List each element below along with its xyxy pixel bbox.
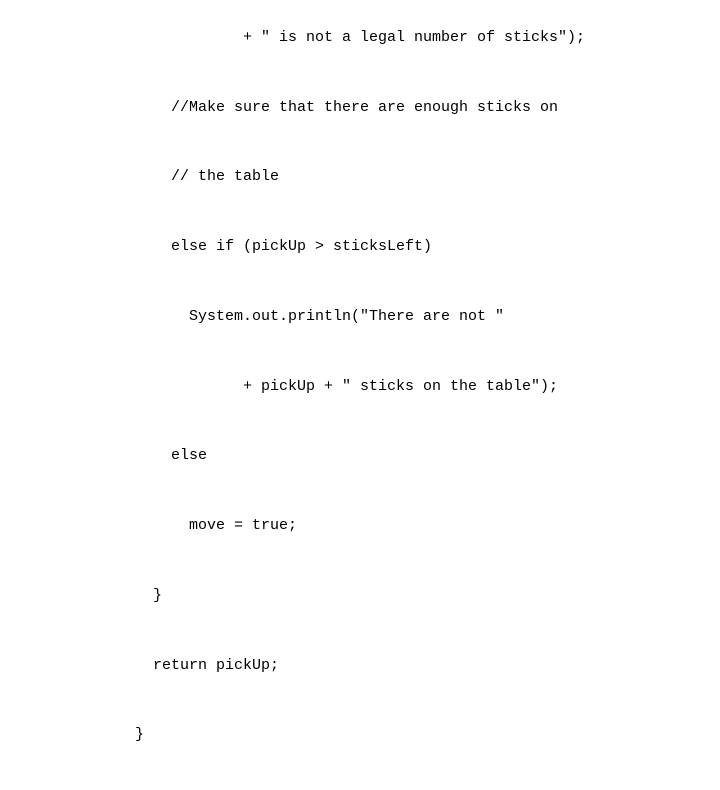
code-display: // Make sure its 1, 2 or 3 if (pickUp < … <box>95 0 625 790</box>
code-line-6: // the table <box>135 165 585 188</box>
code-line-12: } <box>135 584 585 607</box>
code-line-10: else <box>135 444 585 467</box>
code-line-13: return pickUp; <box>135 654 585 677</box>
code-line-5: //Make sure that there are enough sticks… <box>135 96 585 119</box>
code-line-9: + pickUp + " sticks on the table"); <box>135 375 585 398</box>
code-line-7: else if (pickUp > sticksLeft) <box>135 235 585 258</box>
code-line-11: move = true; <box>135 514 585 537</box>
code-line-8: System.out.println("There are not " <box>135 305 585 328</box>
code-line-4: + " is not a legal number of sticks"); <box>135 26 585 49</box>
code-line-14: } <box>135 723 585 746</box>
